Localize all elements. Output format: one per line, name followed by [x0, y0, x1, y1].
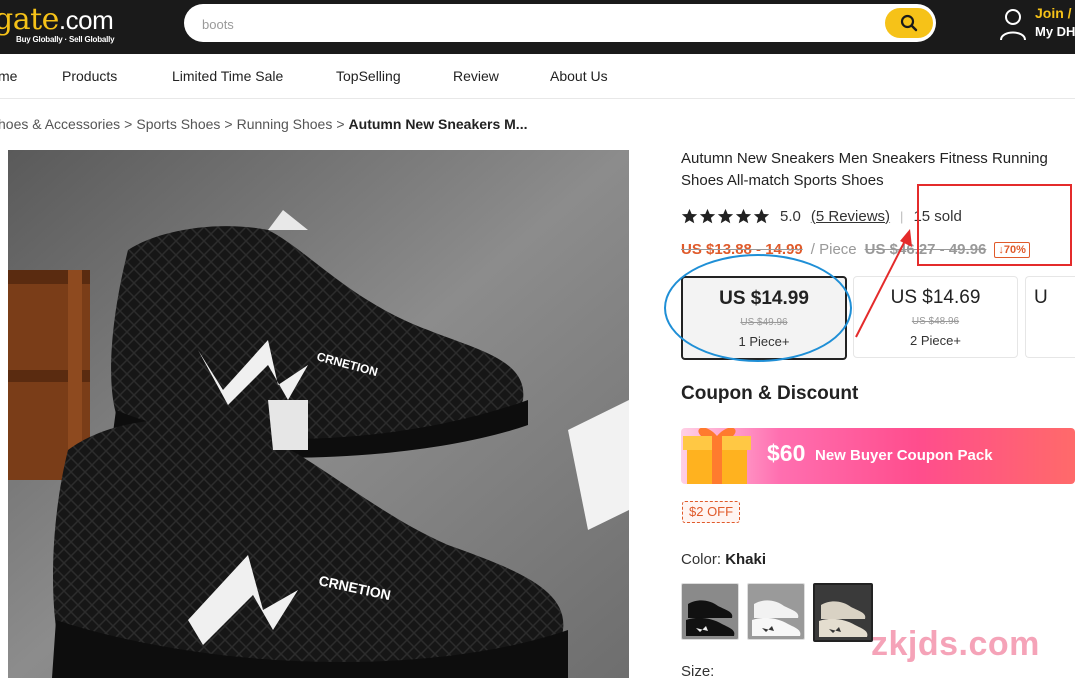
coupon-pack-banner[interactable]: $60 New Buyer Coupon Pack [681, 428, 1075, 484]
price-tier-3[interactable]: U [1025, 276, 1075, 358]
nav-item-about-us[interactable]: About Us [550, 68, 608, 84]
breadcrumb-link[interactable]: Sports Shoes [136, 116, 220, 132]
black-sneaker-swatch[interactable] [681, 583, 739, 640]
nav-item-review[interactable]: Review [453, 68, 499, 84]
discount-coupon-tag[interactable]: $2 OFF [682, 501, 741, 523]
site-header: gate.com Buy Globally · Sell Globally Jo… [0, 0, 1075, 54]
breadcrumb: hoes & Accessories > Sports Shoes > Running … [0, 116, 528, 132]
product-main-image[interactable]: CRNETION CRNETION [8, 150, 629, 678]
highlight-rectangle [917, 184, 1072, 266]
breadcrumb-link[interactable]: hoes & Accessories [0, 116, 120, 132]
coupon-amount: $60 [767, 440, 806, 466]
site-logo[interactable]: gate.com Buy Globally · Sell Globally [0, 2, 134, 50]
star-rating [681, 208, 770, 225]
search-bar [184, 4, 936, 42]
highlight-ellipse [664, 254, 852, 362]
logo-tagline: Buy Globally · Sell Globally [16, 35, 115, 44]
main-nav: me Products Limited Time Sale TopSelling… [0, 54, 1075, 99]
arrow-annotation [855, 229, 912, 338]
nav-item-products[interactable]: Products [62, 68, 117, 84]
color-label: Color: Khaki [681, 551, 767, 568]
logo-wordmark: gate.com [0, 2, 114, 37]
breadcrumb-link[interactable]: Running Shoes [237, 116, 333, 132]
breadcrumb-current: Autumn New Sneakers M... [348, 116, 528, 132]
join-link[interactable]: Join / [1035, 5, 1072, 21]
coupon-text: New Buyer Coupon Pack [815, 447, 993, 464]
search-button[interactable] [885, 8, 933, 38]
search-icon [900, 14, 918, 32]
size-label: Size: [681, 663, 715, 680]
gift-box-icon [683, 428, 751, 484]
selected-color: Khaki [725, 551, 767, 568]
rating-score: 5.0 [780, 207, 801, 225]
search-input[interactable] [200, 13, 864, 35]
sneakers-product-image: CRNETION CRNETION [8, 150, 629, 678]
star-icon [699, 208, 716, 223]
coupon-section-title: Coupon & Discount [681, 383, 859, 404]
star-icon [681, 208, 698, 223]
khaki-sneaker-swatch[interactable] [813, 583, 873, 642]
rating-divider: | [900, 208, 904, 224]
nav-item-topselling[interactable]: TopSelling [336, 68, 401, 84]
star-icon [735, 208, 752, 223]
star-icon [717, 208, 734, 223]
white-sneaker-swatch[interactable] [747, 583, 805, 640]
star-icon [753, 208, 770, 223]
tier-price: U [1034, 287, 1048, 308]
nav-item-limited-time-sale[interactable]: Limited Time Sale [172, 68, 283, 84]
reviews-link[interactable]: (5 Reviews) [811, 208, 890, 225]
my-dh-link[interactable]: My DH [1035, 24, 1075, 39]
nav-item-home[interactable]: me [0, 68, 17, 84]
user-icon[interactable] [998, 6, 1028, 42]
watermark: zkjds.com [871, 625, 1040, 663]
